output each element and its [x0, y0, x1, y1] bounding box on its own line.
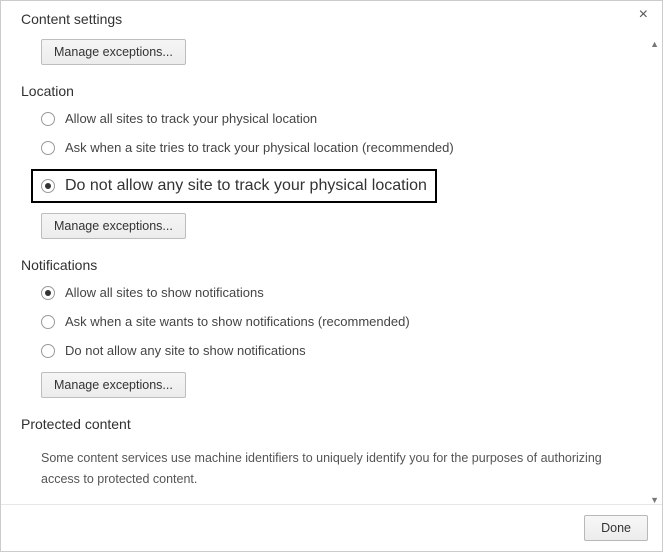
radio-icon[interactable]	[41, 179, 55, 193]
dialog-content[interactable]: Manage exceptions... Location Allow all …	[1, 33, 662, 504]
dialog-title: Content settings	[21, 11, 642, 27]
location-manage-exceptions-button[interactable]: Manage exceptions...	[41, 213, 186, 239]
protected-content-section: Protected content Some content services …	[21, 416, 644, 491]
content-settings-dialog: Content settings × Manage exceptions... …	[1, 1, 662, 551]
notifications-section: Notifications Allow all sites to show no…	[21, 257, 644, 404]
radio-label: Allow all sites to show notifications	[65, 285, 264, 300]
dialog-footer: Done	[1, 504, 662, 551]
radio-label: Do not allow any site to track your phys…	[65, 177, 427, 195]
radio-icon[interactable]	[41, 141, 55, 155]
location-title: Location	[21, 83, 644, 99]
notifications-option-allow[interactable]: Allow all sites to show notifications	[41, 285, 644, 300]
done-button[interactable]: Done	[584, 515, 648, 541]
radio-icon[interactable]	[41, 315, 55, 329]
radio-icon[interactable]	[41, 344, 55, 358]
radio-icon[interactable]	[41, 112, 55, 126]
location-section: Location Allow all sites to track your p…	[21, 83, 644, 245]
notifications-options: Allow all sites to show notifications As…	[21, 285, 644, 358]
close-icon[interactable]: ×	[639, 7, 648, 23]
scroll-up-icon[interactable]: ▲	[650, 39, 659, 49]
radio-icon[interactable]	[41, 286, 55, 300]
radio-label: Ask when a site wants to show notificati…	[65, 314, 410, 329]
notifications-option-ask[interactable]: Ask when a site wants to show notificati…	[41, 314, 644, 329]
radio-label: Allow all sites to track your physical l…	[65, 111, 317, 126]
notifications-title: Notifications	[21, 257, 644, 273]
radio-label: Ask when a site tries to track your phys…	[65, 140, 454, 155]
location-options: Allow all sites to track your physical l…	[21, 111, 644, 213]
location-option-ask[interactable]: Ask when a site tries to track your phys…	[41, 140, 644, 155]
radio-label: Do not allow any site to show notificati…	[65, 343, 306, 358]
location-option-allow[interactable]: Allow all sites to track your physical l…	[41, 111, 644, 126]
scroll-down-icon[interactable]: ▼	[650, 495, 659, 505]
location-option-deny-highlight: Do not allow any site to track your phys…	[31, 169, 437, 203]
dialog-header: Content settings ×	[1, 1, 662, 33]
manage-exceptions-button[interactable]: Manage exceptions...	[41, 39, 186, 65]
notifications-option-deny[interactable]: Do not allow any site to show notificati…	[41, 343, 644, 358]
protected-content-title: Protected content	[21, 416, 644, 432]
notifications-manage-exceptions-button[interactable]: Manage exceptions...	[41, 372, 186, 398]
protected-content-description: Some content services use machine identi…	[21, 444, 644, 491]
